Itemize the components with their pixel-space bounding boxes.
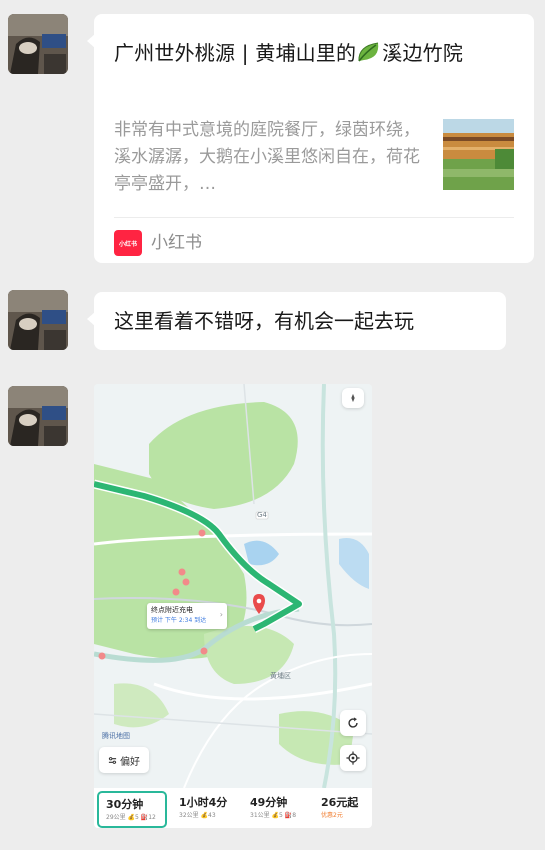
text-message[interactable]: 这里看着不错呀，有机会一起去玩 bbox=[87, 292, 506, 350]
map-screenshot-image[interactable]: G4 黄埔区 终点附近充电 预计 下午 2:34 到达 › 腾讯地图 偏好 30… bbox=[94, 384, 372, 828]
route-option-3[interactable]: 49分钟 31公里 💰5 ⛽8 bbox=[243, 791, 309, 828]
district-label: 黄埔区 bbox=[270, 672, 291, 680]
locate-icon[interactable] bbox=[340, 745, 366, 771]
xiaohongshu-logo-icon: 小红书 bbox=[114, 230, 142, 256]
chevron-right-icon: › bbox=[219, 610, 223, 619]
preference-button[interactable]: 偏好 bbox=[99, 747, 149, 773]
card-thumbnail bbox=[443, 119, 514, 190]
leaf-emoji-icon bbox=[356, 40, 382, 64]
refresh-icon[interactable] bbox=[340, 710, 366, 736]
avatar[interactable] bbox=[8, 290, 68, 350]
card-description: 非常有中式意境的庭院餐厅，绿茵环绕，溪水潺潺，大鹅在小溪里悠闲自在，荷花亭亭盛开… bbox=[114, 120, 420, 194]
avatar[interactable] bbox=[8, 386, 68, 446]
link-card[interactable]: 广州世外桃源 | 黄埔山里的 溪边竹院 非常有中式意境的庭院餐厅，绿茵环绕，溪水潺… bbox=[87, 14, 534, 263]
brand-mark: 腾讯地图 bbox=[102, 732, 130, 740]
map-canvas bbox=[94, 384, 372, 788]
compass-icon[interactable] bbox=[342, 388, 364, 408]
message-text: 这里看着不错呀，有机会一起去玩 bbox=[114, 309, 414, 333]
source-name: 小红书 bbox=[151, 233, 202, 253]
preference-icon bbox=[108, 756, 117, 764]
route-options: 30分钟 29公里 💰5 ⛽12 1小时4分 32公里 💰43 49分钟 31公… bbox=[94, 788, 372, 828]
route-option-1[interactable]: 30分钟 29公里 💰5 ⛽12 bbox=[97, 791, 167, 828]
route-option-4[interactable]: 26元起 优惠2元 bbox=[314, 791, 370, 828]
card-divider bbox=[114, 217, 514, 218]
destination-pin-card[interactable]: 终点附近充电 预计 下午 2:34 到达 › bbox=[147, 603, 227, 629]
card-title: 广州世外桃源 | 黄埔山里的 溪边竹院 bbox=[114, 40, 464, 65]
avatar[interactable] bbox=[8, 14, 68, 74]
route-option-2[interactable]: 1小时4分 32公里 💰43 bbox=[172, 791, 238, 828]
road-label: G4 bbox=[257, 511, 267, 519]
